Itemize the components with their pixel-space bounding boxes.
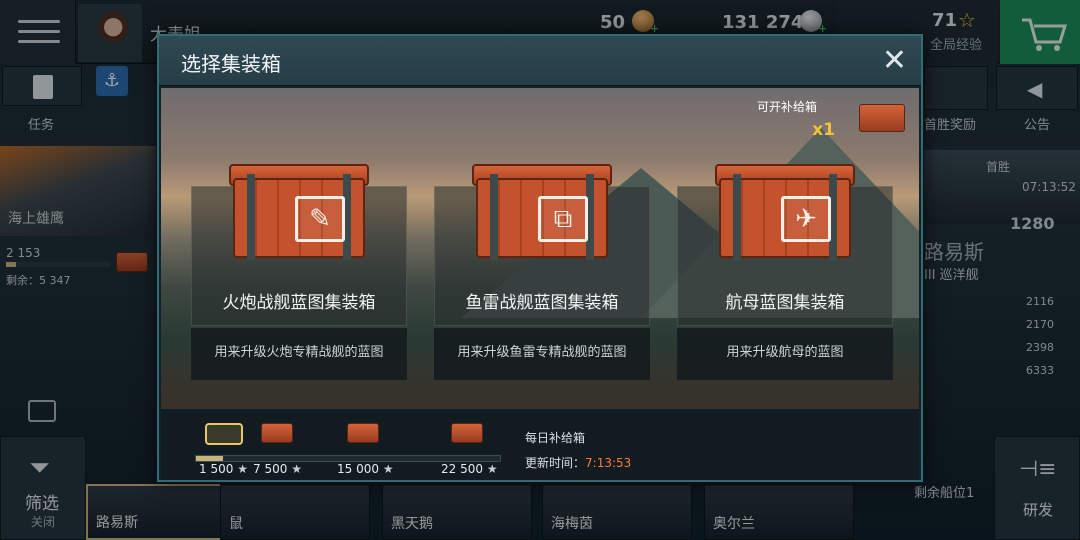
milestone-value: 7 500 (253, 462, 288, 476)
star-icon: ★ (486, 462, 498, 476)
crate-icon: ✎ (229, 158, 369, 264)
milestone-value: 22 500 (441, 462, 483, 476)
card-title: 鱼雷战舰蓝图集装箱 (465, 293, 619, 313)
container-card-torpedo[interactable]: ⧉ 鱼雷战舰蓝图集装箱 用来升级鱼雷专精战舰的蓝图 (434, 164, 650, 380)
card-title: 火炮战舰蓝图集装箱 (222, 293, 376, 313)
supply-crate-icon (859, 104, 905, 132)
milestone-value: 1 500 (199, 462, 234, 476)
supply-label: 可开补给箱 (756, 100, 817, 114)
card-description: 用来升级鱼雷专精战舰的蓝图 (434, 328, 650, 380)
reward-crate-icon (261, 423, 293, 443)
shell-icon: ✎ (295, 196, 345, 242)
milestone-1: 1 500 ★ (199, 462, 248, 476)
game-screen: 大表姐 50 + 131 274 + 71 ☆ 全局经验 任务 ⚓ 海上雄鹰 2… (0, 0, 1080, 540)
container-card-carrier[interactable]: ✈ 航母蓝图集装箱 用来升级航母的蓝图 (677, 164, 893, 380)
refresh-label: 更新时间： (525, 456, 586, 470)
container-select-dialog: 选择集装箱 ✕ 可开补给箱 x1 ✎ 火炮战舰蓝图集装箱 用来升级火炮专精战舰的… (157, 34, 923, 482)
refresh-time: 7:13:53 (585, 456, 632, 470)
dialog-header: 选择集装箱 ✕ (159, 36, 921, 86)
crate-strap (490, 174, 498, 260)
milestone-3: 15 000 ★ (337, 462, 394, 476)
supply-count: x1 (812, 120, 835, 140)
refresh-info: 更新时间：7:13:53 (525, 454, 631, 471)
daily-supply-bar: 1 500 ★ 7 500 ★ 15 000 ★ 22 500 ★ 每日补给箱 … (161, 408, 919, 480)
container-card-artillery[interactable]: ✎ 火炮战舰蓝图集装箱 用来升级火炮专精战舰的蓝图 (191, 164, 407, 380)
card-title: 航母蓝图集装箱 (725, 293, 845, 313)
card-description: 用来升级航母的蓝图 (677, 328, 893, 380)
background-scene: 可开补给箱 x1 ✎ 火炮战舰蓝图集装箱 用来升级火炮专精战舰的蓝图 ⧉ 鱼雷战… (161, 88, 919, 408)
crate-strap (733, 174, 741, 260)
daily-supply-label: 每日补给箱 (525, 431, 586, 445)
plane-icon: ✈ (781, 196, 831, 242)
supply-progress-fill (196, 456, 224, 461)
claimed-crate-icon (205, 423, 243, 445)
torpedo-icon: ⧉ (538, 196, 588, 242)
star-icon: ★ (291, 462, 302, 476)
crate-icon: ✈ (715, 158, 855, 264)
milestone-value: 15 000 (337, 462, 379, 476)
milestone-4: 22 500 ★ (441, 462, 498, 476)
reward-crate-icon (451, 423, 483, 443)
dialog-title: 选择集装箱 (181, 52, 281, 76)
supply-progress (195, 455, 501, 462)
crate-strap (247, 174, 255, 260)
milestone-2: 7 500 ★ (253, 462, 302, 476)
star-icon: ★ (237, 462, 248, 476)
close-icon[interactable]: ✕ (882, 42, 907, 80)
crate-icon: ⧉ (472, 158, 612, 264)
star-icon: ★ (382, 462, 394, 476)
reward-crate-icon (347, 423, 379, 443)
card-description: 用来升级火炮专精战舰的蓝图 (191, 328, 407, 380)
